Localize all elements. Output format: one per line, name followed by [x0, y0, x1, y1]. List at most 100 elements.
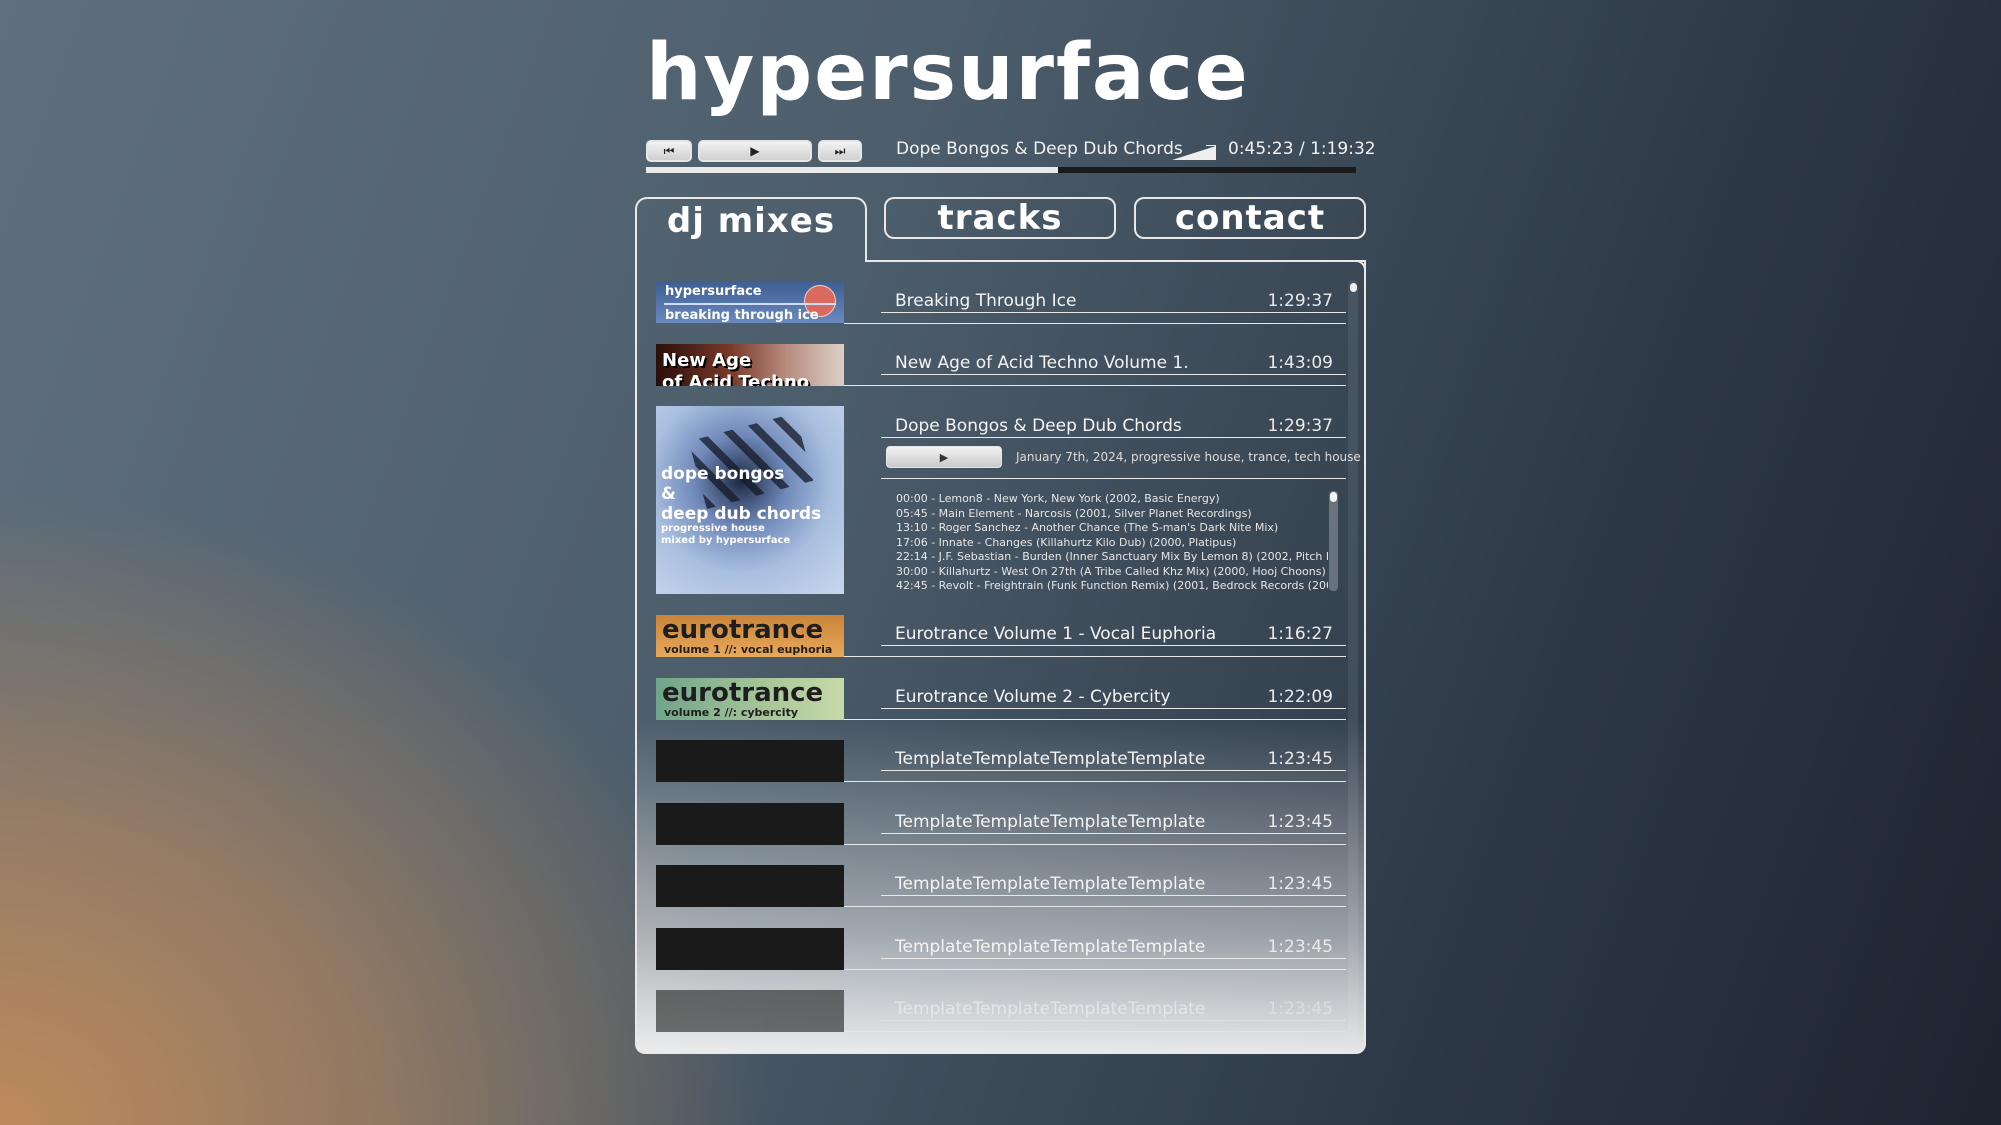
mix-duration: 1:23:45: [1267, 812, 1333, 832]
site-logo: hypersurface: [646, 28, 1250, 118]
mix-meta: January 7th, 2024, progressive house, tr…: [1016, 450, 1361, 464]
row-divider: [844, 1031, 1346, 1032]
mix-row-template[interactable]: TemplateTemplateTemplateTemplate 1:23:45: [656, 928, 1346, 972]
now-playing-title: Dope Bongos & Deep Dub Chords: [896, 139, 1183, 159]
row-divider: [881, 437, 1346, 438]
mix-duration: 1:23:45: [1267, 874, 1333, 894]
mix-row-dope-bongos-expanded[interactable]: dope bongos & deep dub chords progressiv…: [656, 406, 1361, 596]
row-divider: [844, 844, 1346, 845]
tracklist-item: 05:45 - Main Element - Narcosis (2001, S…: [896, 506, 1252, 520]
mix-title[interactable]: TemplateTemplateTemplateTemplate: [895, 874, 1205, 894]
mix-title[interactable]: Eurotrance Volume 2 - Cybercity: [895, 687, 1171, 707]
mix-duration: 1:23:45: [1267, 999, 1333, 1019]
tracklist-scrollbar-thumb[interactable]: [1330, 492, 1337, 502]
mix-row-template[interactable]: TemplateTemplateTemplateTemplate 1:23:45: [656, 740, 1346, 784]
tracklist-item: 42:45 - Revolt - Freightrain (Funk Funct…: [896, 579, 1328, 592]
mix-row-eurotrance-vol2[interactable]: eurotrance volume 2 //: cybercity Eurotr…: [656, 678, 1346, 722]
volume-slider-frame[interactable]: [1206, 145, 1216, 159]
mix-duration: 1:23:45: [1267, 749, 1333, 769]
mix-title[interactable]: Dope Bongos & Deep Dub Chords: [895, 416, 1182, 436]
mix-row-breaking-through-ice[interactable]: hypersurface breaking through ice Breaki…: [656, 281, 1346, 325]
row-divider: [881, 312, 1346, 313]
mix-tracklist[interactable]: 00:00 - Lemon8 - New York, New York (200…: [896, 492, 1328, 596]
row-divider: [844, 906, 1346, 907]
cover-text: of Acid Techno: [662, 372, 810, 387]
row-divider: [881, 1020, 1346, 1021]
row-divider: [881, 770, 1346, 771]
list-scrollbar-thumb[interactable]: [1350, 283, 1357, 292]
mix-row-new-age-acid-techno[interactable]: New Age of Acid Techno New Age of Acid T…: [656, 344, 1346, 388]
next-button[interactable]: ⏭: [818, 140, 862, 162]
tracklist-item: 22:14 - J.F. Sebastian - Burden (Inner S…: [896, 550, 1328, 563]
mix-row-template[interactable]: TemplateTemplateTemplateTemplate 1:23:45: [656, 803, 1346, 847]
row-divider: [844, 969, 1346, 970]
tab-contact[interactable]: contact: [1134, 197, 1366, 239]
mix-title[interactable]: New Age of Acid Techno Volume 1.: [895, 353, 1189, 373]
previous-button[interactable]: ⏮: [646, 140, 692, 162]
mix-cover[interactable]: hypersurface breaking through ice: [656, 281, 844, 323]
mix-cover[interactable]: [656, 803, 844, 845]
play-button[interactable]: ▶: [698, 140, 812, 162]
row-divider: [844, 385, 1346, 386]
playback-time: 0:45:23 / 1:19:32: [1228, 139, 1376, 159]
tracklist-item: 30:00 - Killahurtz - West On 27th (A Tri…: [896, 564, 1326, 578]
mix-duration: 1:22:09: [1267, 687, 1333, 707]
skip-forward-icon: ⏭: [834, 143, 846, 158]
row-divider: [881, 374, 1346, 375]
mix-title[interactable]: TemplateTemplateTemplateTemplate: [895, 749, 1205, 769]
mix-duration: 1:29:37: [1267, 416, 1333, 436]
cover-text: deep dub chords: [661, 504, 822, 524]
mix-cover[interactable]: [656, 990, 844, 1032]
mix-title[interactable]: TemplateTemplateTemplateTemplate: [895, 937, 1205, 957]
tab-dj-mixes[interactable]: dj mixes: [635, 197, 867, 262]
mix-cover[interactable]: [656, 865, 844, 907]
play-icon: ▶: [750, 144, 760, 158]
row-divider: [844, 323, 1346, 324]
cover-text: eurotrance: [662, 678, 824, 708]
mix-play-button[interactable]: ▶: [886, 446, 1002, 468]
mix-row-template[interactable]: TemplateTemplateTemplateTemplate 1:23:45: [656, 990, 1346, 1034]
mix-cover[interactable]: [656, 928, 844, 970]
mix-cover[interactable]: New Age of Acid Techno: [656, 344, 844, 386]
audio-player: ⏮ ▶ ⏭ Dope Bongos & Deep Dub Chords 0:45…: [644, 138, 1376, 178]
cover-splash-shape: [688, 412, 814, 510]
progress-bar[interactable]: [646, 167, 1356, 173]
tracklist-item: 17:06 - Innate - Changes (Killahurtz Kil…: [896, 535, 1237, 549]
mix-cover[interactable]: eurotrance volume 2 //: cybercity: [656, 678, 844, 720]
mix-cover[interactable]: dope bongos & deep dub chords progressiv…: [656, 406, 844, 594]
cover-text: volume 2 //: cybercity: [664, 706, 798, 719]
tracklist-scrollbar[interactable]: [1329, 491, 1338, 591]
tracklist-item: 00:00 - Lemon8 - New York, New York (200…: [896, 492, 1220, 505]
mix-title[interactable]: TemplateTemplateTemplateTemplate: [895, 812, 1205, 832]
row-divider: [881, 708, 1346, 709]
row-divider: [881, 833, 1346, 834]
list-scrollbar[interactable]: [1348, 280, 1358, 1036]
row-divider: [881, 478, 1346, 479]
mix-duration: 1:43:09: [1267, 353, 1333, 373]
row-divider: [844, 656, 1346, 657]
cover-text: breaking through ice: [665, 308, 819, 323]
skip-back-icon: ⏮: [663, 143, 675, 158]
mix-duration: 1:29:37: [1267, 291, 1333, 311]
cover-text: hypersurface: [665, 284, 762, 299]
cover-text: New Age: [662, 350, 752, 371]
cover-divider: [664, 303, 836, 305]
mix-row-template[interactable]: TemplateTemplateTemplateTemplate 1:23:45: [656, 865, 1346, 909]
tracklist-item: 13:10 - Roger Sanchez - Another Chance (…: [896, 521, 1279, 534]
mix-duration: 1:23:45: [1267, 937, 1333, 957]
mix-title[interactable]: Eurotrance Volume 1 - Vocal Euphoria: [895, 624, 1216, 644]
cover-text: mixed by hypersurface: [661, 535, 791, 546]
mix-cover[interactable]: [656, 740, 844, 782]
mix-title[interactable]: TemplateTemplateTemplateTemplate: [895, 999, 1205, 1019]
cover-text: eurotrance: [662, 615, 824, 645]
mix-cover[interactable]: eurotrance volume 1 //: vocal euphoria: [656, 615, 844, 657]
row-divider: [844, 719, 1346, 720]
progress-fill: [646, 167, 1058, 173]
mix-duration: 1:16:27: [1267, 624, 1333, 644]
mix-title[interactable]: Breaking Through Ice: [895, 291, 1076, 311]
play-icon: ▶: [939, 450, 949, 464]
tab-tracks[interactable]: tracks: [884, 197, 1116, 239]
mix-row-eurotrance-vol1[interactable]: eurotrance volume 1 //: vocal euphoria E…: [656, 615, 1346, 659]
cover-text: &: [661, 484, 676, 504]
cover-text: progressive house: [661, 523, 765, 534]
